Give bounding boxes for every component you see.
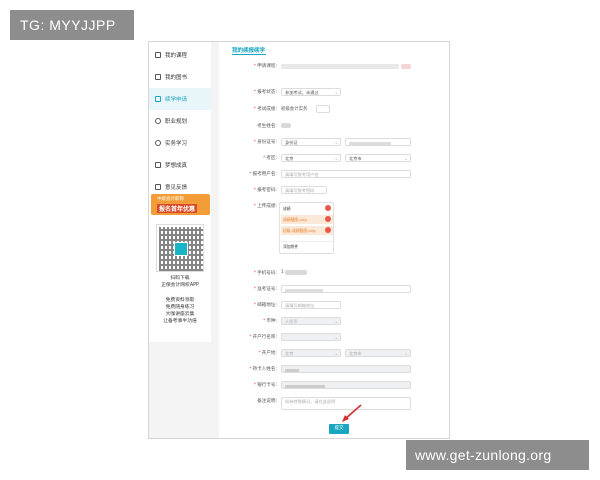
bank-province-select[interactable]: 北京 ⌄ <box>281 349 341 357</box>
qr-caption-2: 正保会计网校APP <box>161 283 199 288</box>
form-label-score: *考试成绩: <box>253 107 277 112</box>
watermark-bottom: www.get-zunlong.org <box>406 440 589 470</box>
exam-status-select[interactable]: 参加考试，未通过 ⌄ <box>281 88 341 96</box>
form-label-phone: *手机号码: <box>253 271 277 276</box>
form-label-region: *考区: <box>262 156 277 161</box>
sidebar-item-books[interactable]: 我的图书 <box>149 66 211 88</box>
feature-text: 免费资料领取 <box>165 298 195 303</box>
sidebar-item-label: 我的图书 <box>165 75 188 81</box>
watermark-top: TG: MYYJJPP <box>10 10 134 40</box>
chevron-down-icon: ⌄ <box>334 156 338 161</box>
chevron-down-icon: ⌄ <box>334 351 338 356</box>
id-type-select[interactable]: 身份证 ⌄ <box>281 138 341 146</box>
message-icon <box>155 184 161 190</box>
chevron-down-icon: ⌄ <box>334 335 338 340</box>
form-label-ticket: *准考证号: <box>253 287 277 292</box>
form-label-email: *邮箱地址: <box>253 303 277 308</box>
email-input[interactable]: 请填写邮箱地址 <box>281 301 341 309</box>
chevron-down-icon: ⌄ <box>404 156 408 161</box>
phone-prefix: 1 <box>281 270 284 275</box>
card-number-input[interactable] <box>281 381 411 389</box>
sidebar-item-practice[interactable]: 实务学习 <box>149 132 211 154</box>
sidebar-item-label: 意见反馈 <box>165 185 188 191</box>
document-icon <box>155 96 161 102</box>
upload-footer[interactable]: 添加附件 <box>281 241 333 250</box>
password-input[interactable]: 请填写报考密码 <box>281 186 327 194</box>
sidebar-item-label: 我的课程 <box>165 53 188 59</box>
sidebar-item-renewal[interactable]: 续学申请 <box>149 88 211 110</box>
monitor-icon <box>155 52 161 58</box>
form-label-name: 考生姓名: <box>257 124 277 129</box>
form-label-password: *报考密码: <box>253 188 277 193</box>
sidebar-item-label: 实务学习 <box>165 141 188 147</box>
chevron-down-icon: ⌄ <box>404 351 408 356</box>
book-icon <box>155 74 161 80</box>
main-form-panel: 我的续报续学 *申请课程: *报考状态: 参加考试，未通过 ⌄ *考试成绩: 初级… <box>219 42 449 438</box>
qr-code <box>156 224 204 272</box>
promo-banner[interactable]: 中级会计职称 报名首年优惠 <box>151 194 210 215</box>
form-label-username: *报考用户名: <box>249 172 277 177</box>
feature-text: 让备考事半功倍 <box>163 319 197 324</box>
banner-line2: 报名首年优惠 <box>157 204 198 213</box>
submit-button[interactable]: 提交 <box>329 424 349 434</box>
form-label-currency: *币种: <box>262 319 277 324</box>
qr-caption-1: 扫码下载 <box>170 276 190 281</box>
sidebar-item-dream[interactable]: 梦想成真 <box>149 154 211 176</box>
bank-city-select[interactable]: 北京市 ⌄ <box>345 349 411 357</box>
sidebar-item-label: 职业规划 <box>165 119 188 125</box>
city-select[interactable]: 北京市 ⌄ <box>345 154 411 162</box>
thumbs-up-icon <box>155 162 161 168</box>
form-label-bank-location: *开户地: <box>258 351 277 356</box>
sidebar-item-career[interactable]: 职业规划 <box>149 110 211 132</box>
form-label-bank: *开户行名称: <box>249 335 277 340</box>
sidebar: 我的课程 我的图书 续学申请 职业规划 实务学习 梦想成真 意见反馈 中级会计职… <box>149 42 211 342</box>
ticket-input[interactable] <box>281 285 411 293</box>
delete-icon[interactable] <box>325 216 331 222</box>
score-subject: 初级会计实务 <box>281 107 308 112</box>
cardholder-input[interactable] <box>281 365 411 373</box>
phone-blurred <box>285 270 307 275</box>
feature-text: 免费随身练习 <box>165 305 195 310</box>
red-arrow-icon <box>342 404 362 422</box>
sidebar-item-label: 续学申请 <box>165 97 188 103</box>
name-blurred <box>281 123 291 128</box>
feature-text: 大咖讲座云集 <box>165 312 195 317</box>
form-label-cardholder: *持卡人姓名: <box>249 367 277 372</box>
form-label-remark: 备注说明: <box>257 399 277 404</box>
course-checkbox-blurred[interactable] <box>281 64 399 69</box>
form-label-course: *申请课程: <box>253 64 277 69</box>
chevron-down-icon: ⌄ <box>334 140 338 145</box>
form-label-exam-status: *报考状态: <box>253 90 277 95</box>
page-title: 我的续报续学 <box>232 48 266 54</box>
course-link-blurred[interactable] <box>401 64 411 69</box>
chevron-down-icon: ⌄ <box>334 90 338 95</box>
form-label-card-number: *银行卡号: <box>253 383 277 388</box>
banner-line1: 中级会计职称 <box>157 197 184 202</box>
upload-widget[interactable]: 成绩 成绩截图.png 初级-成绩截图.png 添加附件 <box>279 202 334 254</box>
clock-icon <box>155 140 161 146</box>
title-underline <box>232 54 266 55</box>
app-logo-icon <box>174 242 188 256</box>
target-icon <box>155 118 161 124</box>
screenshot-canvas: TG: MYYJJPP 我的课程 我的图书 续学申请 职业规划 实务学习 梦想成… <box>0 0 600 480</box>
required-mark: * <box>253 64 257 69</box>
close-icon[interactable] <box>325 205 331 211</box>
id-number-input[interactable] <box>345 138 411 146</box>
chevron-down-icon: ⌄ <box>334 319 338 324</box>
province-select[interactable]: 北京 ⌄ <box>281 154 341 162</box>
delete-icon[interactable] <box>325 227 331 233</box>
currency-select[interactable]: 人民币 ⌄ <box>281 317 341 325</box>
bank-select[interactable]: ⌄ <box>281 333 341 341</box>
app-frame: 我的课程 我的图书 续学申请 职业规划 实务学习 梦想成真 意见反馈 中级会计职… <box>148 41 450 439</box>
username-input[interactable]: 请填写报考用户名 <box>281 170 411 178</box>
form-label-id: *身份证号: <box>253 140 277 145</box>
form-label-upload: *上传成绩: <box>253 204 277 209</box>
sidebar-item-courses[interactable]: 我的课程 <box>149 44 211 66</box>
score-input[interactable] <box>316 105 330 113</box>
sidebar-item-label: 梦想成真 <box>165 163 188 169</box>
